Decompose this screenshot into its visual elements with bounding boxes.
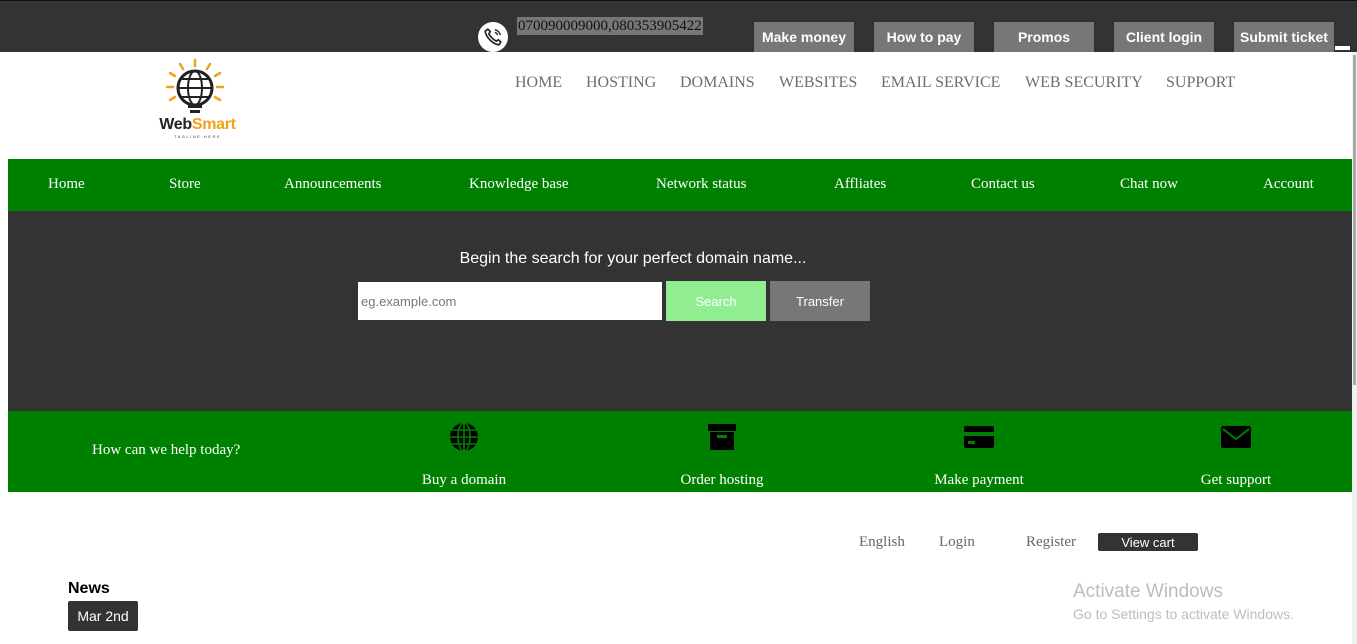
activate-windows-subtitle: Go to Settings to activate Windows. <box>1073 606 1294 622</box>
secondary-nav-contact-us[interactable]: Contact us <box>971 176 1035 193</box>
activate-windows-title: Activate Windows <box>1073 581 1223 602</box>
credit-card-icon <box>964 426 994 448</box>
make-payment-label: Make payment <box>934 472 1024 488</box>
get-support-link[interactable]: Get support <box>1156 411 1316 492</box>
top-bar: 070090009000,080353905422 Make money How… <box>0 0 1357 52</box>
nav-websites[interactable]: WEBSITES <box>779 74 857 92</box>
domain-search-input[interactable]: eg.example.com <box>358 282 662 320</box>
help-title: How can we help today? <box>92 442 241 458</box>
secondary-nav-store[interactable]: Store <box>169 176 201 193</box>
order-hosting-link[interactable]: Order hosting <box>642 411 802 492</box>
secondary-nav-chat-now[interactable]: Chat now <box>1120 176 1178 193</box>
site-logo[interactable]: WebSmart TAGLINE HERE <box>145 58 250 142</box>
buy-domain-link[interactable]: Buy a domain <box>384 411 544 492</box>
language-selector[interactable]: English <box>859 534 905 551</box>
domain-search-section: Begin the search for your perfect domain… <box>8 211 1352 411</box>
secondary-nav-account[interactable]: Account <box>1263 176 1314 193</box>
login-link[interactable]: Login <box>939 534 975 551</box>
get-support-label: Get support <box>1200 472 1272 488</box>
globe-bulb-icon <box>165 58 225 113</box>
logo-brand-web: Web <box>159 116 192 133</box>
nav-web-security[interactable]: WEB SECURITY <box>1025 74 1143 92</box>
buy-domain-label: Buy a domain <box>421 472 507 488</box>
order-hosting-label: Order hosting <box>680 472 764 488</box>
secondary-nav-announcements[interactable]: Announcements <box>284 176 381 193</box>
nav-home[interactable]: HOME <box>515 74 562 92</box>
news-date-badge: Mar 2nd <box>68 601 138 631</box>
make-payment-link[interactable]: Make payment <box>899 411 1059 492</box>
archive-box-icon <box>708 424 736 450</box>
nav-email-service[interactable]: EMAIL SERVICE <box>881 74 1000 92</box>
submit-ticket-button[interactable]: Submit ticket <box>1234 22 1334 52</box>
news-heading: News <box>68 580 110 597</box>
logo-brand-smart: Smart <box>191 116 236 133</box>
view-cart-button[interactable]: View cart <box>1098 533 1198 551</box>
globe-icon <box>450 422 478 452</box>
logo-tagline: TAGLINE HERE <box>173 134 222 139</box>
phone-icon <box>478 22 508 52</box>
secondary-nav-home[interactable]: Home <box>48 176 85 193</box>
make-money-button[interactable]: Make money <box>754 22 854 52</box>
envelope-icon <box>1221 426 1251 448</box>
help-section: How can we help today? Buy a domain Orde… <box>8 411 1352 492</box>
promos-button[interactable]: Promos <box>994 22 1094 52</box>
search-button[interactable]: Search <box>666 281 766 321</box>
how-to-pay-button[interactable]: How to pay <box>874 22 974 52</box>
domain-search-title: Begin the search for your perfect domain… <box>459 250 807 267</box>
nav-domains[interactable]: DOMAINS <box>680 74 755 92</box>
secondary-nav: Home Store Announcements Knowledge base … <box>8 159 1352 211</box>
scrollbar-thumb[interactable] <box>1353 55 1356 385</box>
transfer-button[interactable]: Transfer <box>770 281 870 321</box>
phone-numbers: 070090009000,080353905422 <box>517 17 703 35</box>
logo-wordmark: WebSmart <box>145 116 250 134</box>
client-login-button[interactable]: Client login <box>1114 22 1214 52</box>
register-link[interactable]: Register <box>1026 534 1076 551</box>
secondary-nav-knowledge-base[interactable]: Knowledge base <box>469 176 569 193</box>
secondary-nav-network-status[interactable]: Network status <box>656 176 746 193</box>
minimize-bar <box>1335 46 1350 50</box>
nav-hosting[interactable]: HOSTING <box>586 74 656 92</box>
nav-support[interactable]: SUPPORT <box>1166 74 1235 92</box>
secondary-nav-affiliates[interactable]: Affliates <box>834 176 886 193</box>
